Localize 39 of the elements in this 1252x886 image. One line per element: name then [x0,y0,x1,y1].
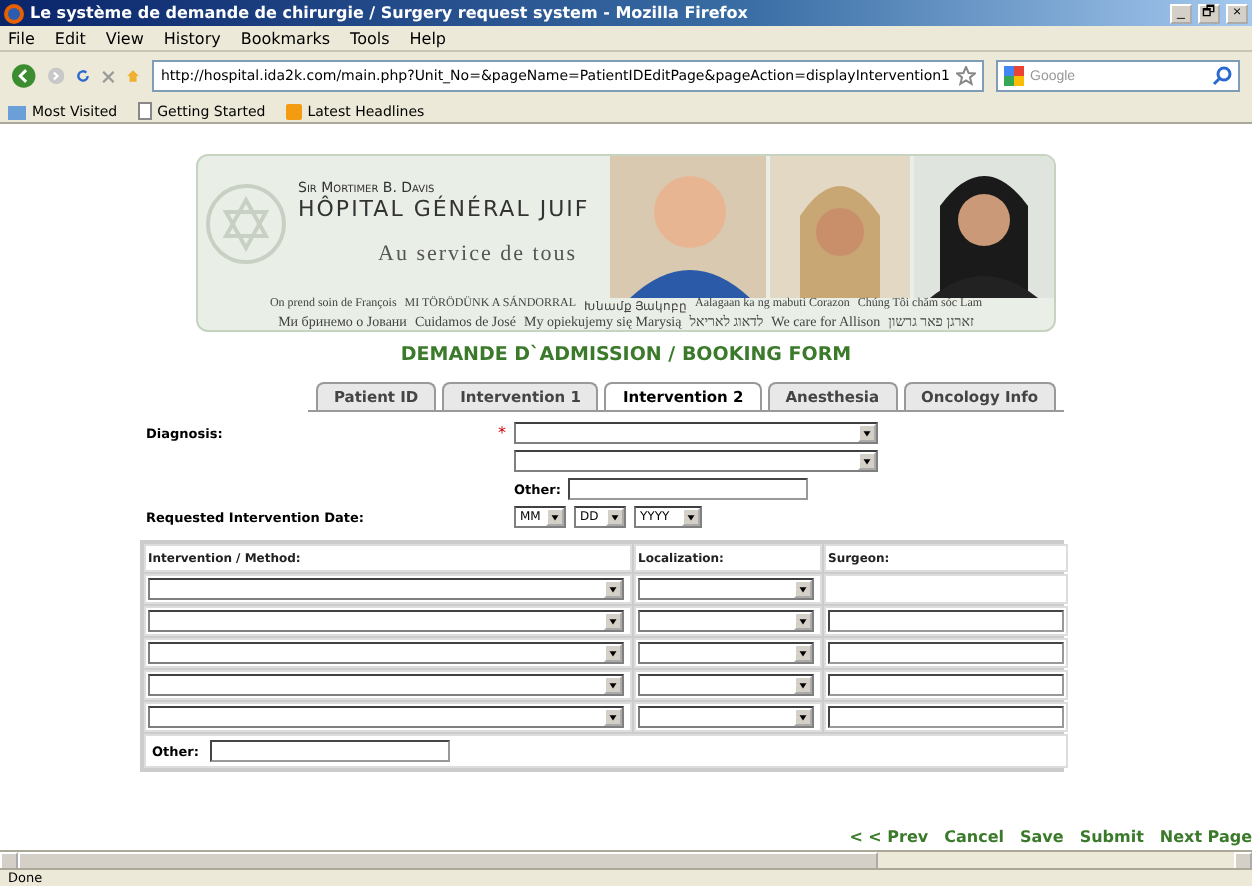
feed-icon [285,103,302,119]
dropdown[interactable] [514,450,878,472]
dropdown[interactable] [148,642,624,664]
dropdown[interactable] [514,422,878,444]
dropdown[interactable] [638,642,814,664]
nav-link[interactable]: Cancel [944,828,1004,846]
dropdown[interactable] [148,674,624,696]
nav-link[interactable]: < < Prev [849,828,929,846]
search-icon[interactable] [1212,66,1232,86]
menu-item[interactable]: View [105,29,144,47]
dropdown[interactable] [638,610,814,632]
search-engine-icon [1004,66,1024,86]
input-field[interactable] [210,740,451,762]
form-title: DEMANDE D`ADMISSION / BOOKING FORM [400,344,852,366]
menu-item[interactable]: History [163,29,221,47]
required-mark: * [496,424,506,442]
menu-item[interactable]: Help [409,29,447,47]
menu-item[interactable]: Edit [54,29,86,47]
menu-item[interactable]: File [8,29,35,47]
nav-link[interactable]: Next Page [1159,828,1252,846]
dropdown[interactable] [638,674,814,696]
menu-item[interactable]: Bookmarks [240,29,331,47]
menu-item[interactable]: Tools [350,29,390,47]
dropdown[interactable] [148,578,624,600]
star-icon[interactable] [956,66,976,86]
page-icon [137,102,152,120]
window-title: Le système de demande de chirurgie / Surgery request system - Mozilla Firefox [30,4,750,22]
slogan: Au service de tous [378,242,580,266]
browser-logo-icon [4,3,24,23]
nav-link[interactable]: Save [1020,828,1064,846]
reload-icon[interactable] [75,64,90,88]
dropdown[interactable] [638,578,814,600]
hospital-name: HÔPITAL GÉNÉRAL JUIF [298,196,592,222]
nav-link[interactable]: Submit [1079,828,1144,846]
folder-icon [8,103,26,119]
dropdown[interactable] [148,610,624,632]
dropdown[interactable] [638,706,814,728]
input-field[interactable] [568,478,809,500]
dropdown[interactable] [148,706,624,728]
